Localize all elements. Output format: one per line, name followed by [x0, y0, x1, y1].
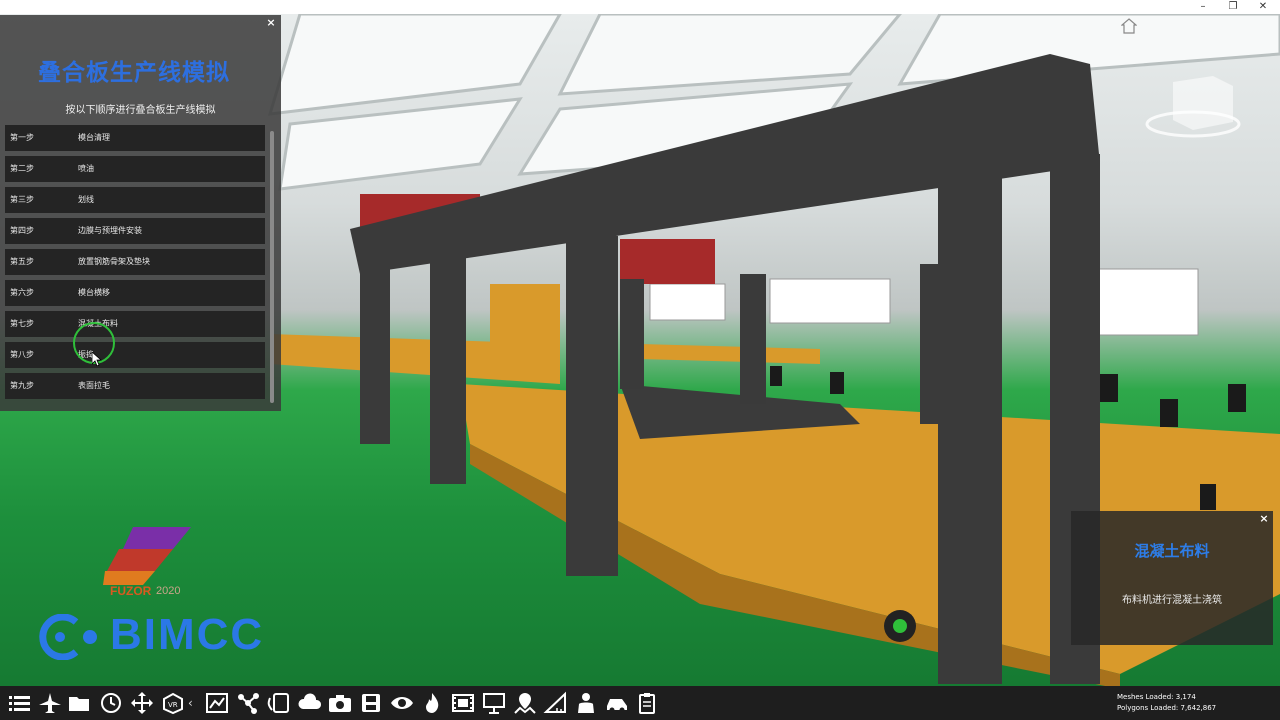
- mouse-cursor-icon: [92, 352, 102, 366]
- save-disk-icon[interactable]: [358, 691, 384, 715]
- svg-text:VR: VR: [168, 701, 178, 709]
- step-item-8[interactable]: 第八步 振捣: [5, 342, 265, 368]
- phone-book-icon[interactable]: [266, 691, 292, 715]
- step-info-panel: × 混凝土布料 布料机进行混凝土浇筑: [1071, 511, 1273, 645]
- clock-icon[interactable]: [98, 691, 124, 715]
- camera-icon[interactable]: [327, 691, 353, 715]
- bottom-toolbar: VR ‹: [0, 686, 1280, 720]
- info-title: 混凝土布料: [1134, 542, 1210, 560]
- view-cube-icon[interactable]: [1143, 72, 1243, 142]
- fuzor-logo-year: 2020: [156, 585, 181, 597]
- minimize-button[interactable]: –: [1186, 0, 1220, 14]
- step-label: 模台清理: [78, 133, 110, 142]
- meshes-loaded: Meshes Loaded: 3,174: [1117, 693, 1196, 701]
- network-icon[interactable]: [235, 691, 261, 715]
- presentation-icon[interactable]: [481, 691, 507, 715]
- panel-close-icon[interactable]: ×: [265, 17, 277, 29]
- maximize-button[interactable]: ❐: [1216, 0, 1250, 14]
- person-icon[interactable]: [573, 691, 599, 715]
- simulation-steps-panel: × 叠合板生产线模拟 按以下顺序进行叠合板生产线模拟 第一步 模台清理 第二步 喷油…: [0, 15, 281, 411]
- toolbar-collapse-chevron[interactable]: ‹: [188, 693, 198, 713]
- panel-subtitle: 按以下顺序进行叠合板生产线模拟: [65, 105, 216, 116]
- car-icon[interactable]: [604, 691, 630, 715]
- vr-icon[interactable]: VR: [160, 691, 186, 715]
- load-stats: Meshes Loaded: 3,174 Polygons Loaded: 7,…: [1117, 692, 1216, 714]
- step-number: 第六步: [10, 288, 34, 297]
- step-item-1[interactable]: 第一步 模台清理: [5, 125, 265, 151]
- step-label: 喷油: [78, 164, 94, 173]
- step-number: 第七步: [10, 319, 34, 328]
- move-icon[interactable]: [129, 691, 155, 715]
- step-label: 边膜与预埋件安装: [78, 226, 142, 235]
- step-number: 第四步: [10, 226, 34, 235]
- frame-select-icon[interactable]: [204, 691, 230, 715]
- measure-icon[interactable]: [543, 691, 569, 715]
- info-close-icon[interactable]: ×: [1258, 513, 1270, 525]
- step-number: 第三步: [10, 195, 34, 204]
- step-number: 第八步: [10, 350, 34, 359]
- eye-icon[interactable]: [389, 691, 415, 715]
- window-title-bar: – ❐ ✕: [0, 0, 1280, 14]
- step-number: 第二步: [10, 164, 34, 173]
- step-number: 第九步: [10, 381, 34, 390]
- fire-icon[interactable]: [419, 691, 445, 715]
- home-view-icon[interactable]: [1121, 18, 1137, 34]
- step-label: 表面拉毛: [78, 381, 110, 390]
- step-label: 划线: [78, 195, 94, 204]
- menu-icon[interactable]: [6, 691, 32, 715]
- cloud-sync-icon[interactable]: [297, 691, 323, 715]
- close-window-button[interactable]: ✕: [1246, 0, 1280, 14]
- step-item-7[interactable]: 第七步 混凝土布料: [5, 311, 265, 337]
- info-description: 布料机进行混凝土浇筑: [1122, 595, 1222, 606]
- step-item-4[interactable]: 第四步 边膜与预埋件安装: [5, 218, 265, 244]
- bimcc-logo-text: BIMCC: [110, 610, 265, 659]
- step-item-3[interactable]: 第三步 划线: [5, 187, 265, 213]
- panel-scrollbar[interactable]: [270, 131, 274, 403]
- clipboard-icon[interactable]: [634, 691, 660, 715]
- step-number: 第五步: [10, 257, 34, 266]
- step-item-6[interactable]: 第六步 模台横移: [5, 280, 265, 306]
- film-icon[interactable]: [450, 691, 476, 715]
- step-item-9[interactable]: 第九步 表面拉毛: [5, 373, 265, 399]
- map-pin-icon[interactable]: [512, 691, 538, 715]
- folder-icon[interactable]: [67, 691, 93, 715]
- airplane-icon[interactable]: [37, 691, 63, 715]
- bimcc-logo-icon: [39, 614, 97, 660]
- step-item-5[interactable]: 第五步 放置钢筋骨架及垫块: [5, 249, 265, 275]
- polygons-loaded: Polygons Loaded: 7,642,867: [1117, 704, 1217, 712]
- fuzor-logo-text: FUZOR: [110, 584, 152, 598]
- fuzor-logo-icon: [103, 527, 191, 585]
- step-label: 模台横移: [78, 288, 110, 297]
- step-item-2[interactable]: 第二步 喷油: [5, 156, 265, 182]
- panel-title: 叠合板生产线模拟: [38, 60, 230, 86]
- step-number: 第一步: [10, 133, 34, 142]
- step-label: 放置钢筋骨架及垫块: [78, 257, 150, 266]
